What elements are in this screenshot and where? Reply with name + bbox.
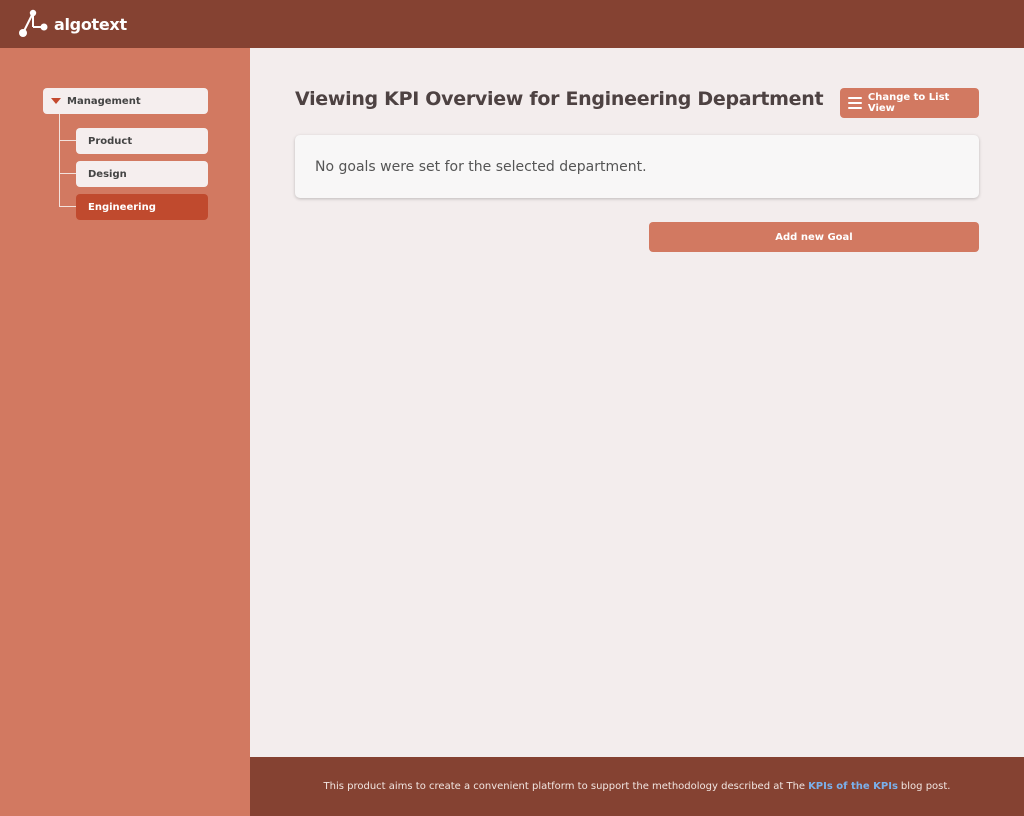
tree-item-label: Management xyxy=(67,95,141,107)
logo[interactable]: algotext xyxy=(17,7,127,39)
change-to-list-view-button[interactable]: Change to List View xyxy=(840,88,979,118)
tree-item-label: Engineering xyxy=(88,201,156,213)
top-bar: algotext xyxy=(0,0,1024,48)
caret-down-icon[interactable] xyxy=(51,98,61,104)
tree-connector xyxy=(59,114,60,207)
footer: This product aims to create a convenient… xyxy=(250,757,1024,816)
tree-item-management[interactable]: Management xyxy=(43,88,208,114)
tree-connector xyxy=(59,140,76,141)
empty-goals-card: No goals were set for the selected depar… xyxy=(295,135,979,198)
logo-text: algotext xyxy=(54,14,127,34)
main-content: Viewing KPI Overview for Engineering Dep… xyxy=(250,48,1024,757)
tree-item-design[interactable]: Design xyxy=(76,161,208,187)
list-view-button-label: Change to List View xyxy=(867,92,950,114)
sidebar: Management Product Design Engineering xyxy=(0,48,250,816)
add-new-goal-button[interactable]: Add new Goal xyxy=(649,222,979,252)
empty-goals-message: No goals were set for the selected depar… xyxy=(315,158,647,175)
tree-item-product[interactable]: Product xyxy=(76,128,208,154)
footer-text-end: blog post. xyxy=(900,781,951,792)
tree-item-engineering[interactable]: Engineering xyxy=(76,194,208,220)
tree-connector xyxy=(59,206,76,207)
page-title: Viewing KPI Overview for Engineering Dep… xyxy=(295,88,824,110)
tree-item-label: Product xyxy=(88,135,133,147)
logo-icon xyxy=(19,9,48,37)
tree-connector xyxy=(59,173,76,174)
footer-link-kpis[interactable]: KPIs of the KPIs xyxy=(808,781,898,792)
tree-item-label: Design xyxy=(88,168,127,180)
footer-text: This product aims to create a convenient… xyxy=(323,781,806,792)
menu-icon xyxy=(848,97,862,109)
